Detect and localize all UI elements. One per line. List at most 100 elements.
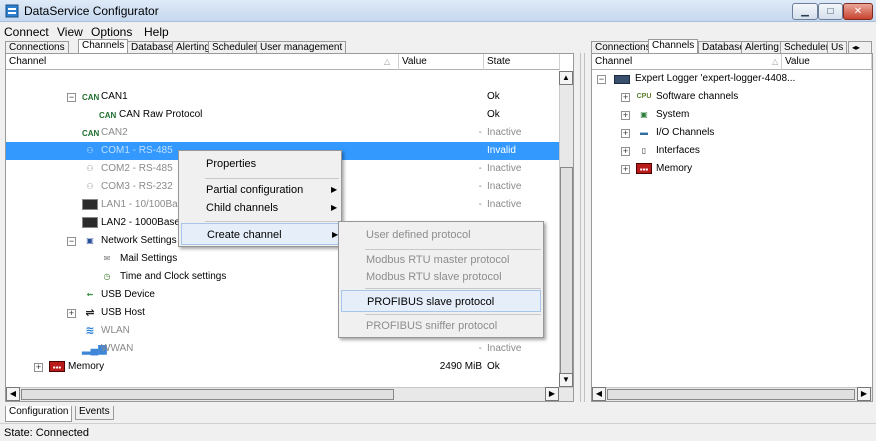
window-title: DataService Configurator	[24, 4, 159, 18]
memory-icon: ▪▪▪	[49, 361, 65, 372]
tree-row-memory[interactable]: + ▪▪▪ Memory 2490 MiB Ok	[6, 358, 560, 376]
tree-row-memory[interactable]: + ▪▪▪ Memory	[592, 160, 872, 178]
tree-row-software-channels[interactable]: + CPU Software channels	[592, 88, 872, 106]
interfaces-icon: ▯	[641, 146, 647, 155]
column-header-channel[interactable]: Channel △	[592, 54, 782, 70]
title-bar: DataService Configurator ▁ □ ✕	[0, 0, 876, 22]
menu-connect[interactable]: Connect	[4, 25, 49, 39]
left-vertical-scrollbar[interactable]: ▲ ▼	[559, 71, 573, 387]
scroll-right-button[interactable]: ▶	[857, 387, 871, 401]
column-header-value[interactable]: Value	[782, 54, 872, 70]
tab-scroll-icon: ◂▸	[852, 43, 861, 52]
tab-events[interactable]: Events	[75, 406, 114, 420]
left-horizontal-scrollbar[interactable]: ◀ ▶	[6, 387, 573, 401]
tab-channels[interactable]: Channels	[648, 39, 699, 54]
collapse-icon[interactable]: −	[597, 75, 606, 84]
close-icon: ✕	[853, 6, 863, 17]
bottom-tab-strip: Configuration Events	[0, 405, 876, 423]
menu-separator	[205, 221, 339, 222]
menu-help[interactable]: Help	[144, 25, 169, 39]
scrollbar-thumb[interactable]	[21, 389, 394, 400]
serial-port-icon: ⚇	[86, 146, 94, 155]
arrow-right-icon: ▶	[860, 389, 868, 398]
tree-row-expert-logger[interactable]: − Expert Logger 'expert-logger-4408...	[592, 70, 872, 88]
menu-item-properties[interactable]: Properties	[181, 153, 339, 175]
can-protocol-icon: CAN	[99, 111, 117, 120]
submenu-arrow-icon: ▶	[331, 203, 338, 212]
tree-row-can2[interactable]: CAN CAN2 - Inactive	[6, 124, 560, 142]
pane-splitter[interactable]	[580, 53, 585, 402]
signal-bars-icon: ▂▄▆	[82, 343, 107, 355]
menu-item-create-channel[interactable]: Create channel ▶	[181, 223, 339, 245]
maximize-button[interactable]: □	[818, 3, 843, 20]
arrow-left-icon: ◀	[595, 389, 603, 398]
close-button[interactable]: ✕	[843, 3, 873, 20]
status-text: State: Connected	[4, 427, 90, 439]
system-icon: ▣	[640, 110, 648, 119]
expand-icon[interactable]: +	[621, 147, 630, 156]
menu-item-profibus-slave[interactable]: PROFIBUS slave protocol	[341, 290, 541, 312]
logger-device-icon	[614, 75, 630, 84]
scroll-left-button[interactable]: ◀	[6, 387, 20, 401]
arrow-right-icon: ▶	[548, 389, 556, 398]
right-horizontal-scrollbar[interactable]: ◀ ▶	[592, 387, 872, 401]
column-header-channel[interactable]: Channel △	[6, 54, 399, 70]
expand-icon[interactable]: +	[621, 93, 630, 102]
create-channel-submenu: User defined protocol Modbus RTU master …	[338, 221, 544, 338]
tree-row-system[interactable]: + ▣ System	[592, 106, 872, 124]
collapse-icon[interactable]: −	[67, 237, 76, 246]
scrollbar-thumb[interactable]	[560, 167, 573, 376]
tree-row-wwan[interactable]: ▂▄▆ WWAN - Inactive	[6, 340, 560, 358]
serial-port-icon: ⚇	[86, 164, 94, 173]
menu-item-child-channels[interactable]: Child channels ▶	[181, 197, 339, 219]
maximize-icon: □	[827, 6, 834, 17]
menu-item-modbus-rtu-slave[interactable]: Modbus RTU slave protocol	[341, 266, 541, 288]
can-bus-icon: CAN	[82, 93, 100, 102]
minimize-icon: ▁	[801, 6, 809, 17]
sort-icon: △	[384, 57, 391, 66]
menu-bar: Connect View Options Help	[0, 22, 876, 42]
menu-options[interactable]: Options	[91, 25, 132, 39]
app-icon	[5, 4, 19, 18]
expand-icon[interactable]: +	[621, 165, 630, 174]
tree-row-can1[interactable]: − CAN CAN1 Ok	[6, 88, 560, 106]
ethernet-port-icon	[82, 217, 98, 228]
menu-item-user-defined-protocol[interactable]: User defined protocol	[341, 224, 541, 246]
collapse-icon[interactable]: −	[67, 93, 76, 102]
left-tab-strip: Connections Channels Database Alerting S…	[5, 39, 574, 54]
menu-view[interactable]: View	[57, 25, 83, 39]
io-module-icon: ▬	[640, 128, 648, 137]
arrow-down-icon: ▼	[562, 375, 570, 384]
column-header-state[interactable]: State	[484, 54, 560, 70]
serial-port-icon: ⚇	[86, 182, 94, 191]
tree-row-io-channels[interactable]: + ▬ I/O Channels	[592, 124, 872, 142]
menu-item-profibus-sniffer[interactable]: PROFIBUS sniffer protocol	[341, 315, 541, 337]
tab-channels[interactable]: Channels	[78, 39, 129, 54]
tab-configuration[interactable]: Configuration	[5, 406, 73, 422]
tree-row-interfaces[interactable]: + ▯ Interfaces	[592, 142, 872, 160]
right-tab-strip: Connections Channels Database Alerting S…	[591, 39, 873, 54]
right-channels-panel: Channel △ Value − Expert Logger 'expert-…	[591, 53, 873, 402]
expand-icon[interactable]: +	[34, 363, 43, 372]
expand-icon[interactable]: +	[67, 309, 76, 318]
column-header-value[interactable]: Value	[399, 54, 484, 70]
clock-icon: ◷	[103, 272, 111, 281]
usb-device-icon: ⇜	[86, 290, 94, 299]
cpu-icon: CPU	[636, 93, 652, 100]
minimize-button[interactable]: ▁	[792, 3, 818, 20]
scroll-left-button[interactable]: ◀	[592, 387, 606, 401]
scroll-right-button[interactable]: ▶	[545, 387, 559, 401]
tree-row-can-raw-protocol[interactable]: CAN CAN Raw Protocol Ok	[6, 106, 560, 124]
context-menu: Properties Partial configuration ▶ Child…	[178, 150, 342, 247]
memory-icon: ▪▪▪	[636, 163, 652, 174]
arrow-left-icon: ◀	[9, 389, 17, 398]
expand-icon[interactable]: +	[621, 111, 630, 120]
scroll-down-button[interactable]: ▼	[559, 373, 573, 387]
usb-host-icon: ⇌	[85, 307, 95, 319]
scrollbar-thumb[interactable]	[607, 389, 855, 400]
ethernet-port-icon	[82, 199, 98, 210]
wifi-icon: ≋	[85, 325, 95, 337]
expand-icon[interactable]: +	[621, 129, 630, 138]
arrow-up-icon: ▲	[562, 73, 570, 82]
scroll-up-button[interactable]: ▲	[559, 71, 573, 85]
